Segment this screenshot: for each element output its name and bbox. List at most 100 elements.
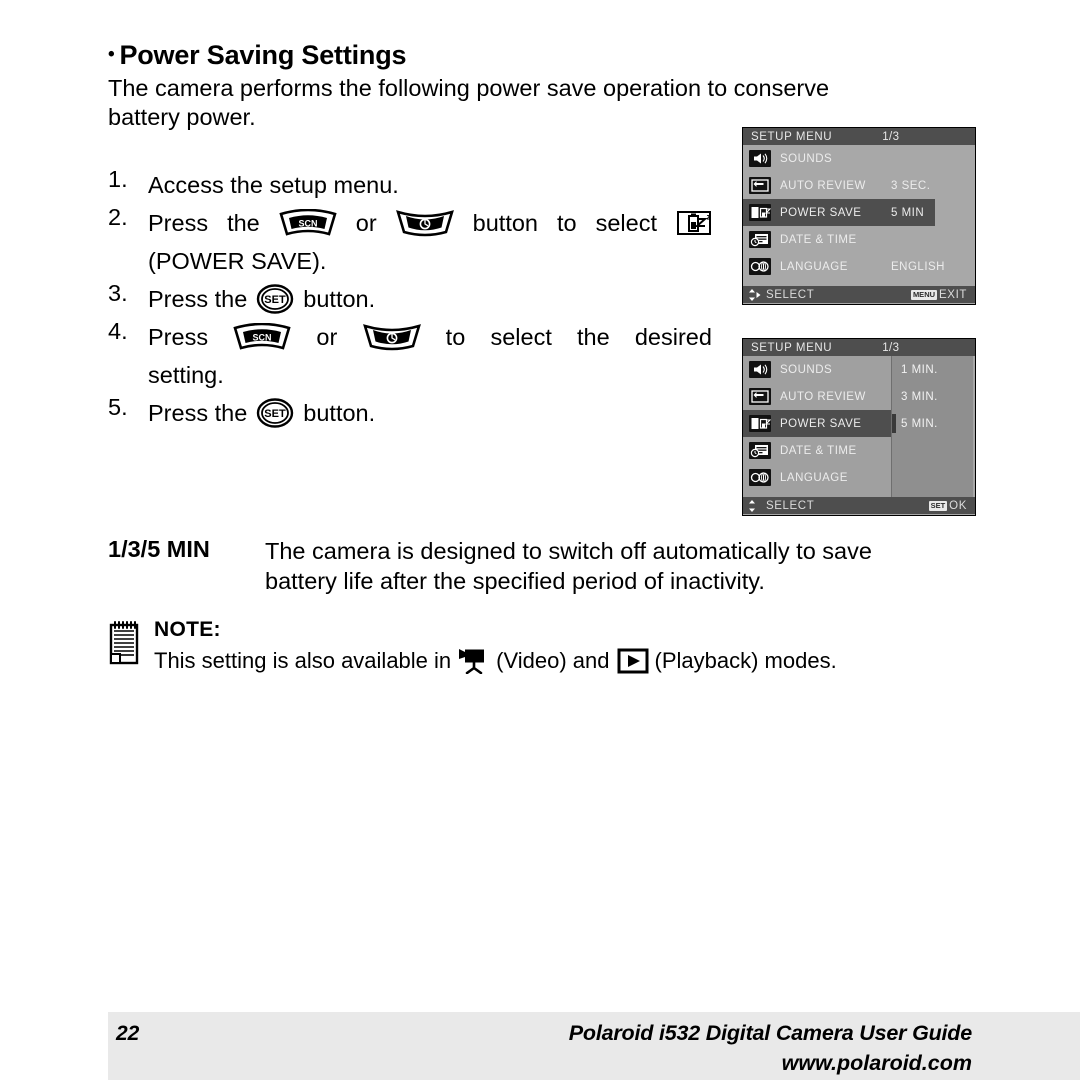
lcd-2-row-date-time[interactable]: DATE & TIME — [743, 437, 891, 464]
lcd-2-label-language: LANGUAGE — [780, 471, 848, 484]
lcd-1-footer-bar: SELECT MENU EXIT — [743, 286, 975, 303]
step-3-number: 3. — [108, 280, 128, 306]
step-4-word-or: or — [316, 324, 338, 350]
lcd-2-row-language[interactable]: LANGUAGE — [743, 464, 891, 491]
set-button-icon: SET — [256, 398, 294, 428]
lcd-1-body: SOUNDS AUTO REVIEW 3 SEC. POWER SAVE 5 M… — [743, 145, 975, 286]
lcd-1-row-auto-review[interactable]: AUTO REVIEW 3 SEC. — [743, 172, 973, 199]
lcd-2-option-1min[interactable]: 1 MIN. — [892, 356, 973, 383]
note-text: This setting is also available in (Video… — [154, 648, 974, 674]
lcd-1-label-language: LANGUAGE — [780, 260, 848, 273]
power-save-icon — [749, 204, 771, 221]
lcd-2-option-empty-2 — [892, 464, 973, 491]
lcd-2-option-5min[interactable]: 5 MIN. — [892, 410, 973, 437]
step-1: 1. Access the setup menu. — [108, 166, 712, 204]
lcd-1-row-sounds[interactable]: SOUNDS — [743, 145, 973, 172]
step-5: 5. Press the SET button. — [108, 394, 712, 432]
lcd-2-label-date-time: DATE & TIME — [780, 444, 857, 457]
bullet-icon: • — [108, 44, 115, 65]
step-2-word-to: to — [557, 210, 577, 236]
lcd-2-row-sounds[interactable]: SOUNDS — [743, 356, 891, 383]
step-2-line-1: Press the SCN or button to select z — [148, 204, 712, 242]
step-2-line-2: (POWER SAVE). — [148, 248, 327, 274]
lcd-2-body: SOUNDS AUTO REVIEW POWER SAVE DATE & TIM… — [743, 356, 975, 497]
note-playback-label: (Playback) modes. — [654, 648, 837, 673]
step-4-number: 4. — [108, 318, 128, 344]
lcd-2-footer-bar: SELECT SET OK — [743, 497, 975, 514]
note-title: NOTE: — [154, 618, 221, 641]
menu-badge: MENU — [910, 289, 938, 300]
lcd-1-value-power-save: 5 MIN — [891, 206, 925, 219]
lcd-2-select-label: SELECT — [766, 499, 815, 512]
power-save-term: 1/3/5 MIN — [108, 536, 210, 562]
auto-review-icon — [749, 388, 771, 405]
lcd-1-page-indicator: 1/3 — [882, 130, 900, 143]
note-block: NOTE: This setting is also available in … — [108, 618, 974, 674]
page-title-text: Power Saving Settings — [119, 40, 407, 70]
lcd-2-row-auto-review[interactable]: AUTO REVIEW — [743, 383, 891, 410]
video-mode-icon — [457, 648, 491, 674]
lcd-1-value-language: ENGLISH — [891, 260, 945, 273]
lcd-2-label-power-save: POWER SAVE — [780, 417, 862, 430]
lcd-1-label-sounds: SOUNDS — [780, 152, 833, 165]
date-time-icon — [749, 231, 771, 248]
power-save-desc-line-1: The camera is designed to switch off aut… — [265, 538, 872, 564]
svg-text:SET: SET — [265, 408, 287, 420]
lcd-2-action-label: OK — [949, 499, 967, 512]
sounds-icon — [749, 361, 771, 378]
language-icon — [749, 258, 771, 275]
step-2: 2. Press the SCN or button to select z (… — [108, 204, 712, 280]
playback-mode-icon — [616, 648, 650, 674]
sounds-icon — [749, 150, 771, 167]
step-4-line-2: setting. — [148, 362, 224, 388]
auto-review-icon — [749, 177, 771, 194]
step-1-text: Access the setup menu. — [148, 172, 399, 198]
step-4-word-select: select — [490, 324, 552, 350]
power-save-icon — [749, 415, 771, 432]
lcd-2-option-panel: 1 MIN. 3 MIN. 5 MIN. — [891, 356, 973, 497]
lcd-1-row-language[interactable]: LANGUAGE ENGLISH — [743, 253, 973, 280]
step-3-word-button: button. — [303, 286, 376, 312]
step-4-line-1: Press SCN or to select the desired — [148, 318, 712, 356]
lcd-2-row-power-save[interactable]: POWER SAVE — [743, 410, 891, 437]
lcd-1-title-bar: SETUP MENU 1/3 — [743, 128, 975, 145]
lcd-1-row-power-save[interactable]: POWER SAVE 5 MIN — [743, 199, 935, 226]
manual-page: • Power Saving Settings The camera perfor… — [0, 0, 1080, 1080]
lcd-1-label-date-time: DATE & TIME — [780, 233, 857, 246]
lcd-1-label-auto-review: AUTO REVIEW — [780, 179, 866, 192]
svg-text:z: z — [707, 213, 711, 222]
lcd-1-select-label: SELECT — [766, 288, 815, 301]
lcd-2-title: SETUP MENU — [751, 341, 833, 354]
lcd-2-label-sounds: SOUNDS — [780, 363, 833, 376]
set-badge: SET — [928, 500, 948, 511]
step-3: 3. Press the SET button. — [108, 280, 712, 318]
step-4-word-the: the — [577, 324, 610, 350]
lcd-1-row-date-time[interactable]: DATE & TIME — [743, 226, 973, 253]
svg-text:SET: SET — [265, 294, 287, 306]
step-1-number: 1. — [108, 166, 128, 192]
lcd-2-option-3min[interactable]: 3 MIN. — [892, 383, 973, 410]
step-2-word-select: select — [595, 210, 657, 236]
power-save-desc-line-2: battery life after the specified period … — [265, 568, 765, 594]
lcd-2-title-bar: SETUP MENU 1/3 — [743, 339, 975, 356]
note-video-label: (Video) and — [496, 648, 610, 673]
step-5-word-button: button. — [303, 400, 376, 426]
step-2-word-press: Press — [148, 210, 209, 236]
up-down-right-arrows-icon — [748, 288, 761, 302]
step-2-word-button: button — [472, 210, 538, 236]
lcd-2-option-empty-1 — [892, 437, 973, 464]
up-down-arrows-icon — [748, 499, 761, 513]
intro-line-1: The camera performs the following power … — [108, 75, 830, 101]
page-footer: 22 Polaroid i532 Digital Camera User Gui… — [108, 1012, 1080, 1080]
lcd-1-label-power-save: POWER SAVE — [780, 206, 862, 219]
svg-text:SCN: SCN — [253, 333, 272, 343]
step-2-word-or: or — [355, 210, 377, 236]
step-4: 4. Press SCN or to select the desired se… — [108, 318, 712, 394]
lcd-2-page-indicator: 1/3 — [882, 341, 900, 354]
website-url: www.polaroid.com — [781, 1051, 972, 1075]
power-save-icon: z — [676, 208, 712, 238]
step-4-word-desired: desired — [634, 324, 712, 350]
date-time-icon — [749, 442, 771, 459]
step-5-line: Press the SET button. — [148, 394, 712, 432]
page-number: 22 — [116, 1022, 140, 1045]
